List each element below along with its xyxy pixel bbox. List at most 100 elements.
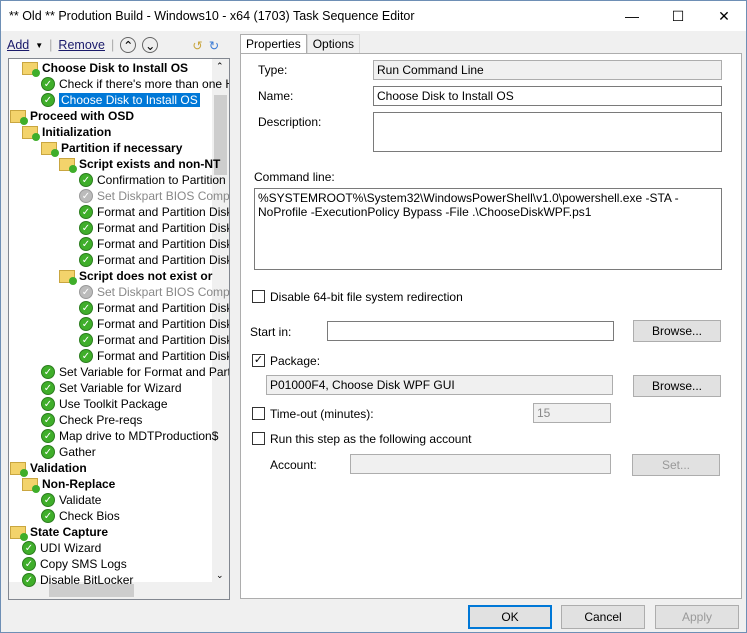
collapse-icon[interactable]: ↻: [209, 38, 219, 53]
tree-item-label: Format and Partition Disk: [97, 221, 230, 235]
tree-group[interactable]: Script exists and non-NT: [59, 156, 221, 173]
tree-step[interactable]: ✓ Copy SMS Logs: [22, 556, 127, 572]
title-bar: ** Old ** Prodution Build - Windows10 - …: [1, 1, 746, 31]
tree-group[interactable]: Non-Replace: [22, 476, 115, 493]
check-icon: ✓: [41, 93, 55, 107]
tree-item-label: Map drive to MDTProduction$: [59, 429, 219, 443]
tree-item-label: Format and Partition Disk: [97, 253, 230, 267]
tree-step[interactable]: ✓ Check Pre-reqs: [41, 412, 142, 428]
minimize-button[interactable]: —: [609, 1, 655, 31]
tree-step[interactable]: ✓ Confirmation to Partition: [79, 172, 226, 188]
tree-group[interactable]: Script does not exist or: [59, 268, 212, 285]
start-in-input[interactable]: [327, 321, 614, 341]
tree-item-label: Copy SMS Logs: [40, 557, 127, 571]
run-as-account-checkbox[interactable]: [252, 432, 265, 445]
browse-start-in-button[interactable]: Browse...: [633, 320, 721, 342]
window-title: ** Old ** Prodution Build - Windows10 - …: [9, 9, 415, 23]
tree-step[interactable]: ✓ Format and Partition Disk: [79, 204, 229, 220]
tree-item-label: Initialization: [42, 125, 112, 139]
tree-step[interactable]: ✓ Use Toolkit Package: [41, 396, 168, 412]
timeout-stepper[interactable]: 15: [533, 403, 611, 423]
tree-group[interactable]: Partition if necessary: [41, 140, 183, 157]
tree-step[interactable]: ✓ Check if there's more than one H: [41, 76, 230, 92]
tree-step[interactable]: ✓ Set Variable for Format and Partit: [41, 364, 229, 380]
set-account-button[interactable]: Set...: [632, 454, 720, 476]
tree-step[interactable]: ✓ Validate: [41, 492, 101, 508]
folder-icon: [22, 477, 40, 493]
add-button[interactable]: Add: [7, 38, 29, 52]
disable-64bit-checkbox[interactable]: [252, 290, 265, 303]
tree-group[interactable]: State Capture: [10, 524, 108, 541]
tree-step[interactable]: ✓ UDI Wizard: [22, 540, 101, 556]
task-sequence-editor-window: ** Old ** Prodution Build - Windows10 - …: [0, 0, 747, 633]
tree-step[interactable]: ✓ Set Variable for Wizard: [41, 380, 182, 396]
move-down-icon[interactable]: ⌄: [142, 37, 159, 53]
tree-step[interactable]: ✓ Set Diskpart BIOS Comp: [79, 284, 229, 300]
name-input[interactable]: Choose Disk to Install OS: [373, 86, 722, 106]
tree-step[interactable]: ✓ Check Bios: [41, 508, 120, 524]
tree-step[interactable]: ✓ Format and Partition Disk: [79, 220, 230, 236]
tree-group[interactable]: Choose Disk to Install OS: [22, 60, 188, 77]
expand-icon[interactable]: ↺: [192, 38, 202, 53]
tree-item-label: Check if there's more than one H: [59, 77, 230, 91]
check-icon: ✓: [41, 493, 55, 507]
folder-icon: [10, 461, 28, 477]
tree-item-label: Check Bios: [59, 509, 120, 523]
tab-options[interactable]: Options: [306, 34, 361, 53]
tree-step[interactable]: ✓ Format and Partition Disk: [79, 316, 229, 332]
tree-step[interactable]: ✓ Map drive to MDTProduction$: [41, 428, 218, 444]
description-input[interactable]: [373, 112, 722, 152]
remove-button[interactable]: Remove: [58, 38, 105, 52]
tree-step[interactable]: ✓ Format and Partition Disk: [79, 252, 230, 268]
tree-item-label: Gather: [59, 445, 96, 459]
check-icon: ✓: [22, 557, 36, 571]
tree-step[interactable]: ✓ Disable BitLocker: [22, 572, 133, 588]
chevron-down-icon[interactable]: ▼: [35, 41, 43, 50]
package-label: Package:: [270, 354, 321, 368]
tab-properties[interactable]: Properties: [240, 34, 307, 53]
folder-icon: [10, 525, 28, 541]
move-up-icon[interactable]: ⌃: [120, 37, 137, 53]
tree-item-label: Script exists and non-NT: [79, 157, 221, 171]
tree-step[interactable]: ✓ Format and Partition Disk: [79, 236, 230, 252]
check-icon: ✓: [79, 189, 93, 203]
timeout-label: Time-out (minutes):: [270, 407, 374, 421]
command-line-input[interactable]: %SYSTEMROOT%\System32\WindowsPowerShell\…: [254, 188, 722, 270]
check-icon: ✓: [41, 445, 55, 459]
tree-toolbar: Add ▼ | Remove | ⌃ ⌄ ↺ ↻: [7, 37, 220, 53]
browse-package-button[interactable]: Browse...: [633, 375, 721, 397]
timeout-checkbox[interactable]: [252, 407, 265, 420]
command-line-label: Command line:: [254, 170, 335, 184]
account-label: Account:: [270, 458, 317, 472]
ok-button[interactable]: OK: [468, 605, 552, 629]
tree-step[interactable]: ✓ Choose Disk to Install OS: [41, 92, 200, 108]
maximize-button[interactable]: ☐: [655, 1, 701, 31]
package-checkbox[interactable]: ✓: [252, 354, 265, 367]
tree-item-label: Check Pre-reqs: [59, 413, 143, 427]
check-icon: ✓: [22, 541, 36, 555]
disable-64bit-label: Disable 64-bit file system redirection: [270, 290, 463, 304]
tree-item-label: Proceed with OSD: [30, 109, 135, 123]
tree-group[interactable]: Validation: [10, 460, 87, 477]
tree-item-label: UDI Wizard: [40, 541, 102, 555]
close-button[interactable]: ✕: [701, 1, 747, 31]
tree-item-label: Format and Partition Disk: [97, 237, 230, 251]
check-icon: ✓: [22, 573, 36, 587]
tree-group[interactable]: Proceed with OSD: [10, 108, 135, 125]
apply-button[interactable]: Apply: [655, 605, 739, 629]
tree-group[interactable]: Initialization: [22, 124, 112, 141]
folder-icon: [22, 61, 40, 77]
check-icon: ✓: [41, 397, 55, 411]
check-icon: ✓: [79, 333, 93, 347]
check-icon: ✓: [41, 509, 55, 523]
tree-step[interactable]: ✓ Format and Partition Disk: [79, 300, 229, 316]
check-icon: ✓: [41, 429, 55, 443]
tree-step[interactable]: ✓ Gather: [41, 444, 96, 460]
tree-item-label: Format and Partition Disk: [97, 333, 230, 347]
cancel-button[interactable]: Cancel: [561, 605, 645, 629]
tree-step[interactable]: ✓ Format and Partition Disk: [79, 332, 230, 348]
task-sequence-tree[interactable]: ⌃ ⌄ Choose Disk to Install OS ✓ Check if th…: [8, 58, 230, 600]
tree-step[interactable]: ✓ Set Diskpart BIOS Comp: [79, 188, 229, 204]
tree-step[interactable]: ✓ Format and Partition Disk: [79, 348, 229, 364]
tree-item-label: Partition if necessary: [61, 141, 183, 155]
